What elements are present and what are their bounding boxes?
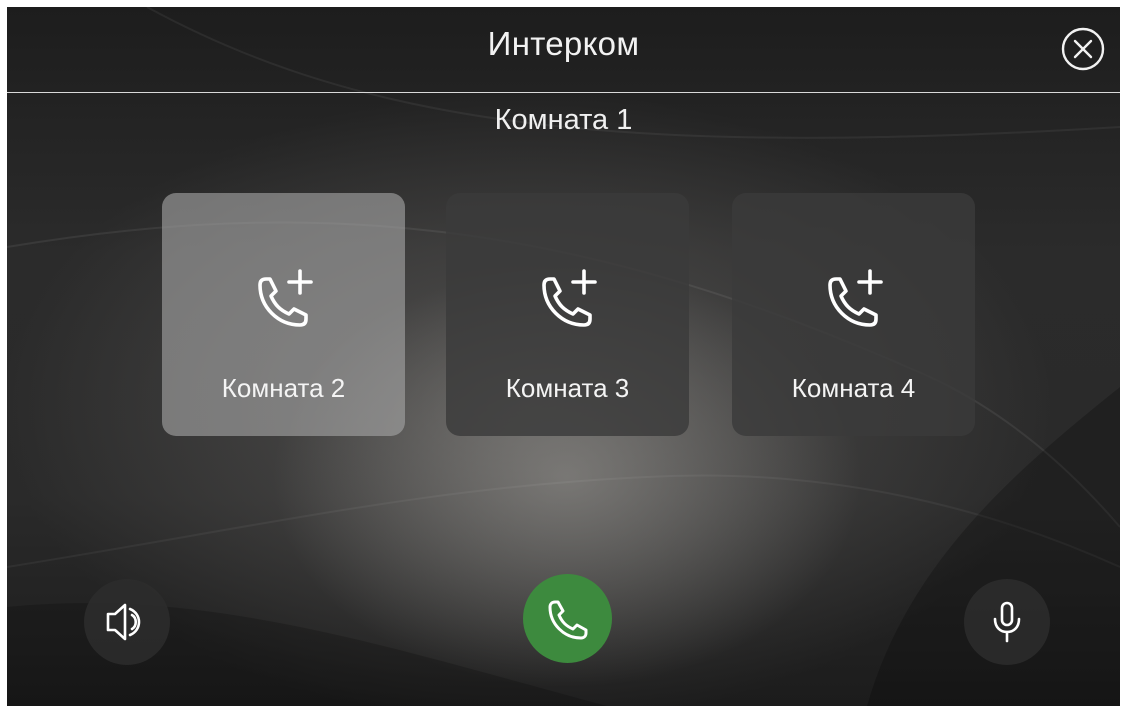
speaker-icon	[106, 603, 141, 641]
phone-icon	[548, 600, 588, 640]
microphone-button[interactable]	[964, 579, 1050, 665]
microphone-icon	[993, 601, 1021, 643]
room-tile-label: Комната 2	[221, 373, 346, 403]
close-button[interactable]	[1061, 27, 1105, 71]
header-bar: Интерком	[7, 7, 1120, 92]
room-tile-label: Комната 3	[505, 373, 630, 403]
room-tile-label: Комната 4	[791, 373, 916, 403]
room-tile-2[interactable]: Комната 2	[162, 193, 405, 436]
phone-add-icon	[258, 269, 313, 327]
header-divider	[7, 92, 1120, 93]
intercom-screen: Интерком Комната 1 Комната 2 Комната 3 К…	[7, 7, 1120, 706]
room-tile-4[interactable]: Комната 4	[732, 193, 975, 436]
close-circle-icon	[1061, 27, 1105, 71]
call-button[interactable]	[523, 574, 612, 663]
phone-add-icon	[828, 269, 883, 327]
current-room-label: Комната 1	[494, 104, 633, 136]
page-title: Интерком	[487, 25, 640, 62]
speaker-button[interactable]	[84, 579, 170, 665]
phone-add-icon	[542, 269, 597, 327]
room-tile-3[interactable]: Комната 3	[446, 193, 689, 436]
